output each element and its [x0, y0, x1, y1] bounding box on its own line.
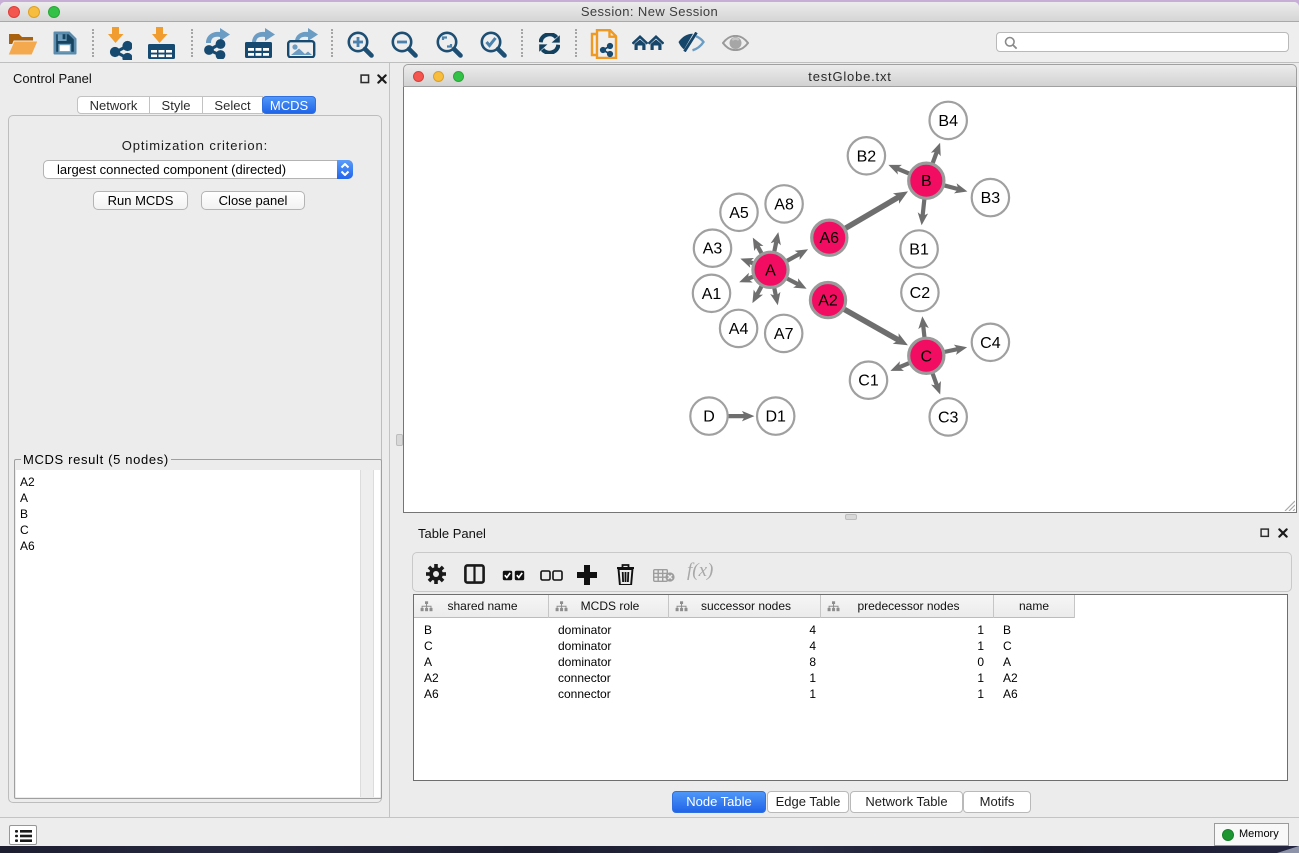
svg-text:C1: C1 — [858, 373, 879, 390]
svg-text:C: C — [921, 348, 933, 365]
svg-text:A1: A1 — [702, 286, 722, 303]
svg-text:D: D — [703, 409, 715, 426]
svg-text:A6: A6 — [820, 230, 840, 247]
svg-text:B2: B2 — [857, 148, 877, 165]
svg-text:D1: D1 — [765, 409, 786, 426]
svg-text:B3: B3 — [981, 190, 1001, 207]
svg-text:C2: C2 — [910, 285, 931, 302]
svg-text:C3: C3 — [938, 409, 959, 426]
svg-text:A3: A3 — [703, 241, 723, 258]
svg-text:C4: C4 — [980, 335, 1001, 352]
svg-text:B4: B4 — [938, 113, 958, 130]
svg-text:B1: B1 — [909, 242, 929, 259]
svg-text:A: A — [765, 262, 776, 279]
svg-text:A2: A2 — [818, 293, 838, 310]
svg-text:A8: A8 — [774, 196, 794, 213]
svg-text:A5: A5 — [729, 205, 749, 222]
svg-text:A4: A4 — [729, 321, 749, 338]
svg-text:B: B — [921, 173, 932, 190]
svg-text:A7: A7 — [774, 326, 794, 343]
